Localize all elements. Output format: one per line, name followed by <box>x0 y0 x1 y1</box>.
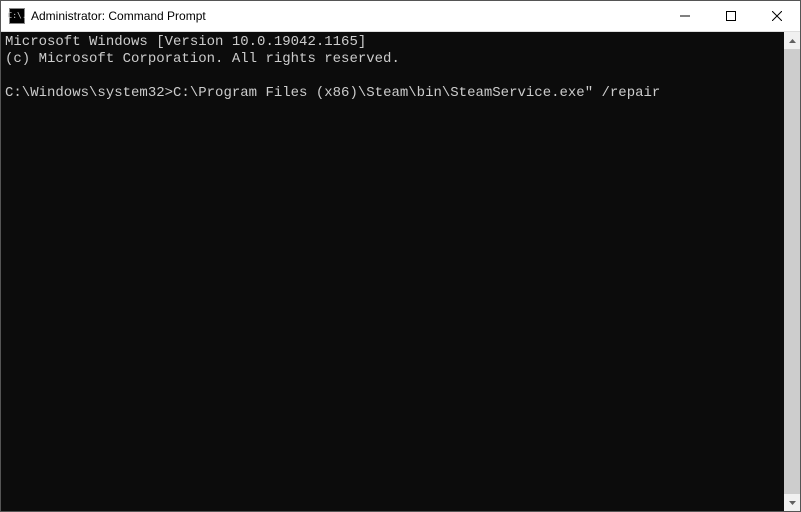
minimize-button[interactable] <box>662 1 708 31</box>
maximize-icon <box>726 11 736 21</box>
terminal-output[interactable]: Microsoft Windows [Version 10.0.19042.11… <box>1 32 784 511</box>
window-controls <box>662 1 800 31</box>
chevron-up-icon <box>789 39 796 43</box>
version-line: Microsoft Windows [Version 10.0.19042.11… <box>5 34 366 50</box>
chevron-down-icon <box>789 501 796 505</box>
client-area: Microsoft Windows [Version 10.0.19042.11… <box>1 32 800 511</box>
maximize-button[interactable] <box>708 1 754 31</box>
app-icon-text: C:\. <box>7 12 26 20</box>
minimize-icon <box>680 11 690 21</box>
copyright-line: (c) Microsoft Corporation. All rights re… <box>5 51 400 67</box>
scroll-down-button[interactable] <box>784 494 800 511</box>
scrollbar-track[interactable] <box>784 49 800 494</box>
scroll-up-button[interactable] <box>784 32 800 49</box>
prompt: C:\Windows\system32> <box>5 85 173 101</box>
close-button[interactable] <box>754 1 800 31</box>
scrollbar-thumb[interactable] <box>784 49 800 494</box>
app-icon: C:\. <box>9 8 25 24</box>
command-prompt-window: C:\. Administrator: Command Prompt <box>0 0 801 512</box>
command-input[interactable]: C:\Program Files (x86)\Steam\bin\SteamSe… <box>173 85 660 101</box>
window-title: Administrator: Command Prompt <box>31 9 206 23</box>
vertical-scrollbar[interactable] <box>784 32 800 511</box>
close-icon <box>772 11 782 21</box>
prompt-line: C:\Windows\system32>C:\Program Files (x8… <box>5 85 660 101</box>
titlebar[interactable]: C:\. Administrator: Command Prompt <box>1 1 800 32</box>
